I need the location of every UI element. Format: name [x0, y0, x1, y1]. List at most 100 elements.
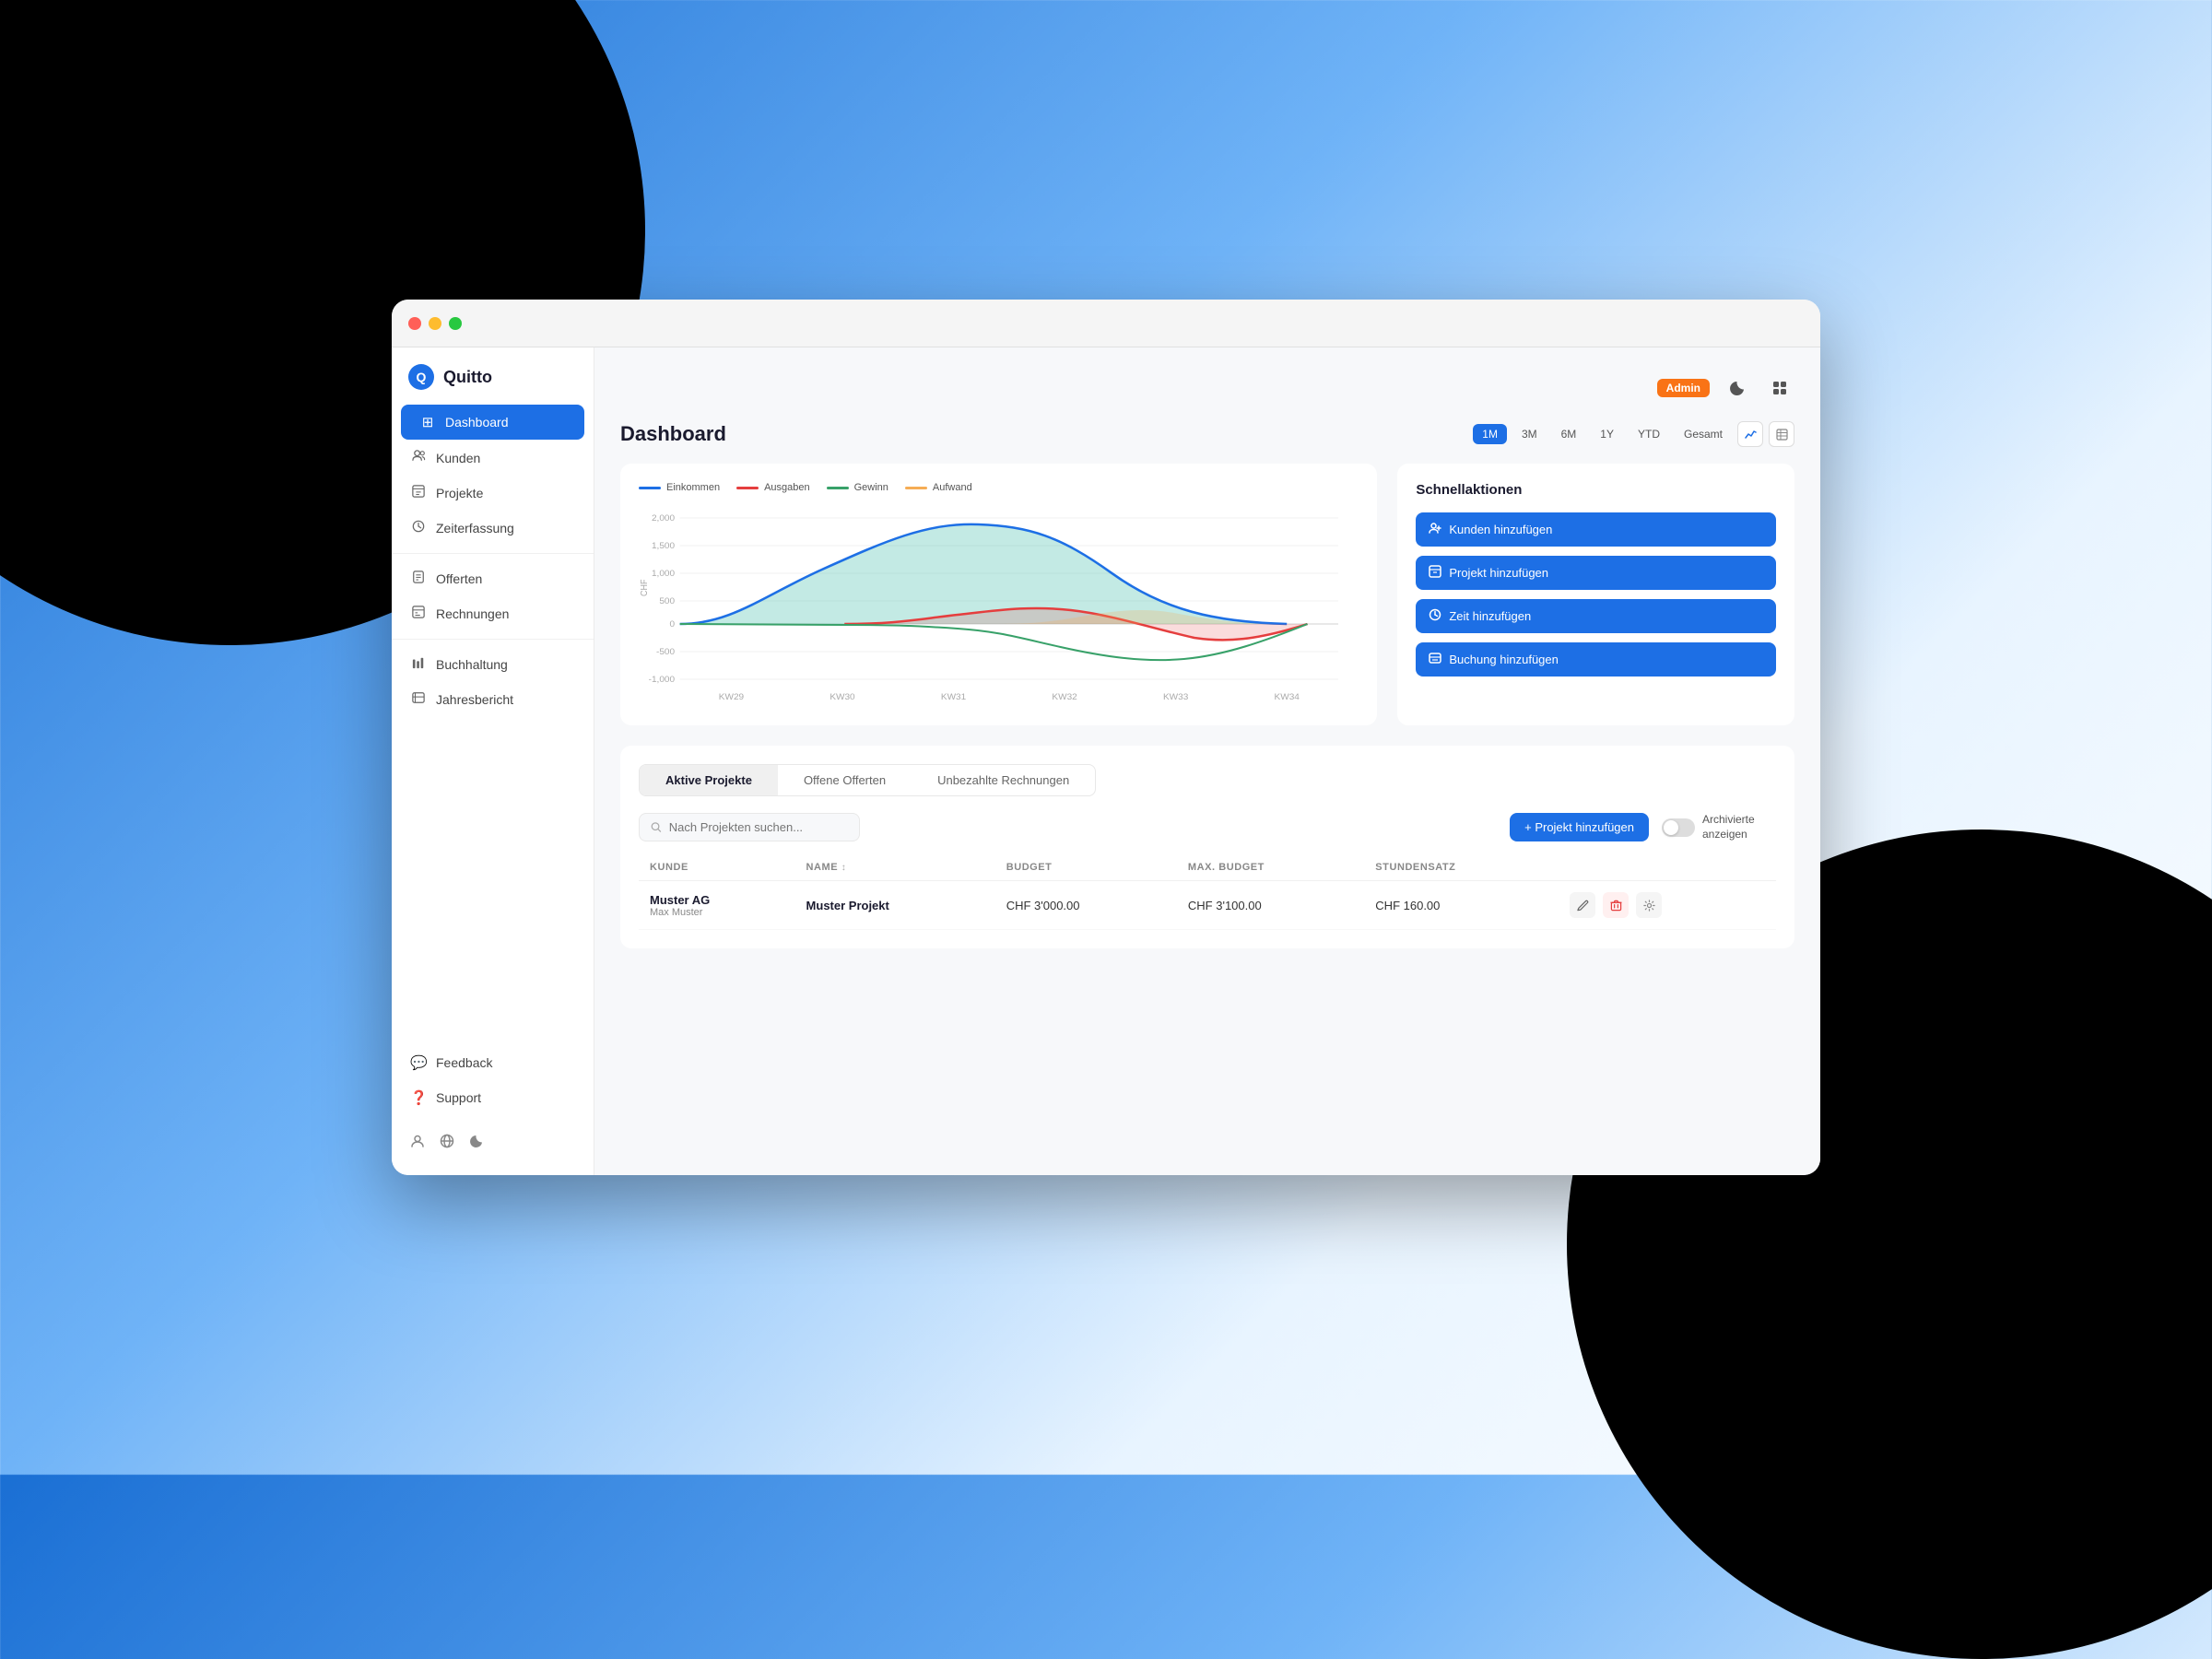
buchhaltung-icon [410, 656, 427, 673]
sidebar-item-zeiterfassung[interactable]: Zeiterfassung [392, 511, 594, 546]
topbar-right: Admin [1657, 373, 1794, 403]
tab-offene-offerten[interactable]: Offene Offerten [778, 765, 912, 795]
legend-gewinn: Gewinn [827, 482, 888, 493]
row-actions [1570, 892, 1765, 918]
col-kunde: KUNDE [639, 854, 795, 881]
client-name: Muster AG [650, 893, 784, 907]
kunden-icon [410, 449, 427, 466]
edit-button[interactable] [1570, 892, 1595, 918]
filter-1y[interactable]: 1Y [1591, 424, 1623, 444]
legend-einkommen: Einkommen [639, 482, 720, 493]
cell-row-actions [1559, 881, 1776, 930]
add-projekt-btn[interactable]: Projekt hinzufügen [1416, 556, 1776, 590]
svg-text:CHF: CHF [640, 579, 651, 596]
sidebar-item-rechnungen[interactable]: Rechnungen [392, 596, 594, 631]
sidebar-item-projekte[interactable]: Projekte [392, 476, 594, 511]
table-row: Muster AG Max Muster Muster Projekt CHF … [639, 881, 1776, 930]
logo-text: Quitto [443, 368, 492, 387]
dark-mode-icon[interactable] [469, 1134, 484, 1153]
sidebar-item-dashboard[interactable]: ⊞ Dashboard [401, 405, 584, 440]
svg-text:KW34: KW34 [1275, 692, 1300, 701]
col-actions [1559, 854, 1776, 881]
cell-budget: CHF 3'000.00 [995, 881, 1177, 930]
cell-kunde: Muster AG Max Muster [639, 881, 795, 930]
traffic-lights [408, 317, 462, 330]
profile-icon[interactable] [410, 1134, 425, 1153]
language-icon[interactable] [440, 1134, 454, 1153]
close-button[interactable] [408, 317, 421, 330]
tab-aktive-projekte[interactable]: Aktive Projekte [640, 765, 778, 795]
chart-svg: 2,000 1,500 1,000 500 0 -500 -1,000 CHF [639, 504, 1359, 707]
cards-row: Einkommen Ausgaben Gewinn Aufwand [620, 464, 1794, 725]
toggle-knob [1664, 820, 1678, 835]
add-buchung-btn[interactable]: Buchung hinzufügen [1416, 642, 1776, 677]
col-budget: BUDGET [995, 854, 1177, 881]
table-view-btn[interactable] [1769, 421, 1794, 447]
svg-text:KW31: KW31 [941, 692, 966, 701]
svg-text:1,500: 1,500 [652, 541, 675, 550]
add-zeit-btn[interactable]: Zeit hinzufügen [1416, 599, 1776, 633]
cell-project-name: Muster Projekt [795, 881, 995, 930]
svg-text:2,000: 2,000 [652, 513, 675, 523]
dashboard-icon: ⊞ [419, 414, 436, 430]
client-sub: Max Muster [650, 907, 784, 918]
support-icon: ❓ [410, 1089, 427, 1106]
search-box[interactable] [639, 813, 860, 841]
filter-ytd[interactable]: YTD [1629, 424, 1669, 444]
rechnungen-icon [410, 606, 427, 622]
sidebar-item-buchhaltung[interactable]: Buchhaltung [392, 647, 594, 682]
table-controls: + Projekt hinzufügen Archivierte anzeige… [639, 813, 1776, 841]
projekte-icon [410, 485, 427, 501]
dark-mode-topbar-icon[interactable] [1723, 373, 1752, 403]
chart-view-btn[interactable] [1737, 421, 1763, 447]
chart-card: Einkommen Ausgaben Gewinn Aufwand [620, 464, 1377, 725]
offerten-icon [410, 571, 427, 587]
add-projekt-icon [1429, 565, 1441, 581]
chart-legend: Einkommen Ausgaben Gewinn Aufwand [639, 482, 1359, 493]
table-header-row: KUNDE NAME ↕ BUDGET MAX. BUDGET STUNDENS… [639, 854, 1776, 881]
sidebar-nav: ⊞ Dashboard Kunden Projekte [392, 405, 594, 1036]
filter-6m[interactable]: 6M [1552, 424, 1586, 444]
dashboard-header: Dashboard 1M 3M 6M 1Y YTD Gesamt [620, 421, 1794, 447]
svg-text:KW29: KW29 [719, 692, 744, 701]
col-max-budget: MAX. BUDGET [1177, 854, 1364, 881]
zeiterfassung-icon [410, 520, 427, 536]
tab-unbezahlte-rechnungen[interactable]: Unbezahlte Rechnungen [912, 765, 1095, 795]
sidebar-item-offerten[interactable]: Offerten [392, 561, 594, 596]
archive-toggle-switch[interactable] [1662, 818, 1695, 837]
filter-3m[interactable]: 3M [1512, 424, 1547, 444]
sidebar-item-support[interactable]: ❓ Support [392, 1080, 594, 1115]
add-kunden-btn[interactable]: Kunden hinzufügen [1416, 512, 1776, 547]
search-input[interactable] [669, 820, 848, 834]
sidebar-item-feedback[interactable]: 💬 Feedback [392, 1045, 594, 1080]
cell-stundensatz: CHF 160.00 [1364, 881, 1559, 930]
right-controls: + Projekt hinzufügen Archivierte anzeige… [1510, 813, 1776, 841]
app-window: Q Quitto ⊞ Dashboard Kunden [392, 300, 1820, 1175]
layout-topbar-icon[interactable] [1765, 373, 1794, 403]
page-title: Dashboard [620, 422, 726, 446]
legend-aufwand: Aufwand [905, 482, 972, 493]
logo-icon: Q [408, 364, 434, 390]
archive-toggle: Archivierte anzeigen [1662, 813, 1776, 841]
filter-1m[interactable]: 1M [1473, 424, 1507, 444]
add-kunden-icon [1429, 522, 1441, 537]
minimize-button[interactable] [429, 317, 441, 330]
col-stundensatz: STUNDENSATZ [1364, 854, 1559, 881]
titlebar [392, 300, 1820, 347]
svg-text:KW30: KW30 [830, 692, 854, 701]
settings-button[interactable] [1636, 892, 1662, 918]
filter-gesamt[interactable]: Gesamt [1675, 424, 1732, 444]
svg-text:1,000: 1,000 [652, 569, 675, 578]
bottom-card: Aktive Projekte Offene Offerten Unbezahl… [620, 746, 1794, 948]
main-content: Admin Dashboard 1M 3M 6M 1Y YTD [594, 347, 1820, 1175]
logo-area: Q Quitto [392, 360, 594, 405]
delete-button[interactable] [1603, 892, 1629, 918]
add-zeit-icon [1429, 608, 1441, 624]
sidebar-item-kunden[interactable]: Kunden [392, 440, 594, 476]
add-project-button[interactable]: + Projekt hinzufügen [1510, 813, 1649, 841]
sidebar-item-jahresbericht[interactable]: Jahresbericht [392, 682, 594, 717]
projects-table: KUNDE NAME ↕ BUDGET MAX. BUDGET STUNDENS… [639, 854, 1776, 930]
jahresbericht-icon [410, 691, 427, 708]
maximize-button[interactable] [449, 317, 462, 330]
svg-text:-500: -500 [656, 647, 675, 656]
